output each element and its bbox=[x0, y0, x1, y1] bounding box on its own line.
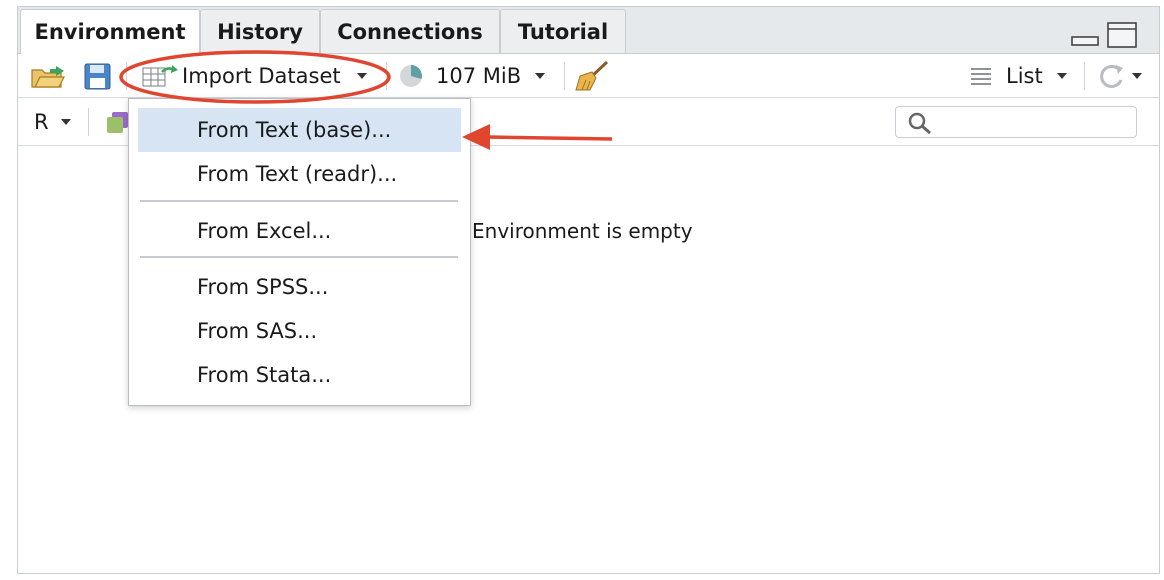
tab-history-label: History bbox=[217, 19, 303, 44]
tab-tutorial[interactable]: Tutorial bbox=[500, 9, 626, 53]
list-lines-icon bbox=[971, 68, 991, 85]
tab-connections[interactable]: Connections bbox=[320, 9, 500, 53]
menu-item-from-stata[interactable]: From Stata... bbox=[138, 353, 461, 397]
broom-clear-icon[interactable] bbox=[574, 60, 610, 92]
memory-pie-icon bbox=[400, 65, 422, 87]
save-icon[interactable] bbox=[84, 63, 112, 91]
tab-environment-label: Environment bbox=[34, 20, 186, 44]
menu-item-from-excel[interactable]: From Excel... bbox=[138, 209, 461, 253]
tab-tutorial-label: Tutorial bbox=[517, 19, 609, 44]
minimize-icon[interactable] bbox=[1070, 25, 1100, 47]
chevron-down-icon bbox=[1056, 73, 1067, 79]
menu-item-label: From SAS... bbox=[197, 319, 318, 343]
tab-connections-label: Connections bbox=[337, 19, 483, 44]
memory-usage-button[interactable]: 107 MiB bbox=[398, 61, 546, 91]
table-import-icon bbox=[142, 65, 178, 87]
toolbar-separator bbox=[126, 62, 127, 90]
language-selector[interactable]: R bbox=[34, 107, 71, 137]
toolbar-separator bbox=[386, 62, 387, 90]
import-dataset-button[interactable]: Import Dataset bbox=[142, 61, 367, 91]
toolbar-separator bbox=[1084, 62, 1085, 90]
menu-separator bbox=[140, 256, 458, 258]
chevron-down-icon bbox=[60, 119, 71, 125]
menu-item-label: From SPSS... bbox=[197, 275, 329, 299]
menu-item-label: From Excel... bbox=[197, 219, 332, 243]
menu-item-from-spss[interactable]: From SPSS... bbox=[138, 265, 461, 309]
memory-usage-label: 107 MiB bbox=[436, 64, 522, 88]
menu-item-label: From Stata... bbox=[197, 363, 332, 387]
toolbar-separator bbox=[564, 62, 565, 90]
import-dataset-label: Import Dataset bbox=[182, 64, 341, 88]
toolbar-separator bbox=[88, 108, 89, 136]
tab-bar: Environment History Connections Tutorial bbox=[18, 7, 1159, 54]
refresh-icon bbox=[1100, 64, 1123, 88]
import-dataset-menu: From Text (base)... From Text (readr)...… bbox=[128, 98, 471, 406]
menu-item-from-text-base[interactable]: From Text (base)... bbox=[138, 108, 461, 152]
menu-item-label: From Text (base)... bbox=[197, 118, 392, 142]
search-input[interactable] bbox=[895, 106, 1137, 138]
view-mode-label: List bbox=[1006, 64, 1043, 88]
menu-item-from-sas[interactable]: From SAS... bbox=[138, 309, 461, 353]
open-folder-icon[interactable] bbox=[30, 62, 70, 90]
chevron-down-icon bbox=[1132, 73, 1142, 79]
tab-history[interactable]: History bbox=[200, 9, 320, 53]
menu-separator bbox=[140, 200, 458, 202]
view-mode-button[interactable]: List bbox=[970, 61, 1067, 91]
search-icon bbox=[908, 112, 931, 134]
maximize-icon[interactable] bbox=[1106, 21, 1138, 49]
language-label: R bbox=[34, 110, 49, 134]
environment-toolbar: Import Dataset 107 MiB List bbox=[18, 54, 1159, 98]
menu-item-from-text-readr[interactable]: From Text (readr)... bbox=[138, 152, 461, 196]
environment-empty-message: Environment is empty bbox=[472, 219, 693, 243]
chevron-down-icon bbox=[535, 73, 546, 79]
chevron-down-icon bbox=[356, 73, 367, 79]
menu-item-label: From Text (readr)... bbox=[197, 162, 398, 186]
refresh-button[interactable] bbox=[1096, 60, 1142, 92]
tab-environment[interactable]: Environment bbox=[20, 9, 200, 54]
